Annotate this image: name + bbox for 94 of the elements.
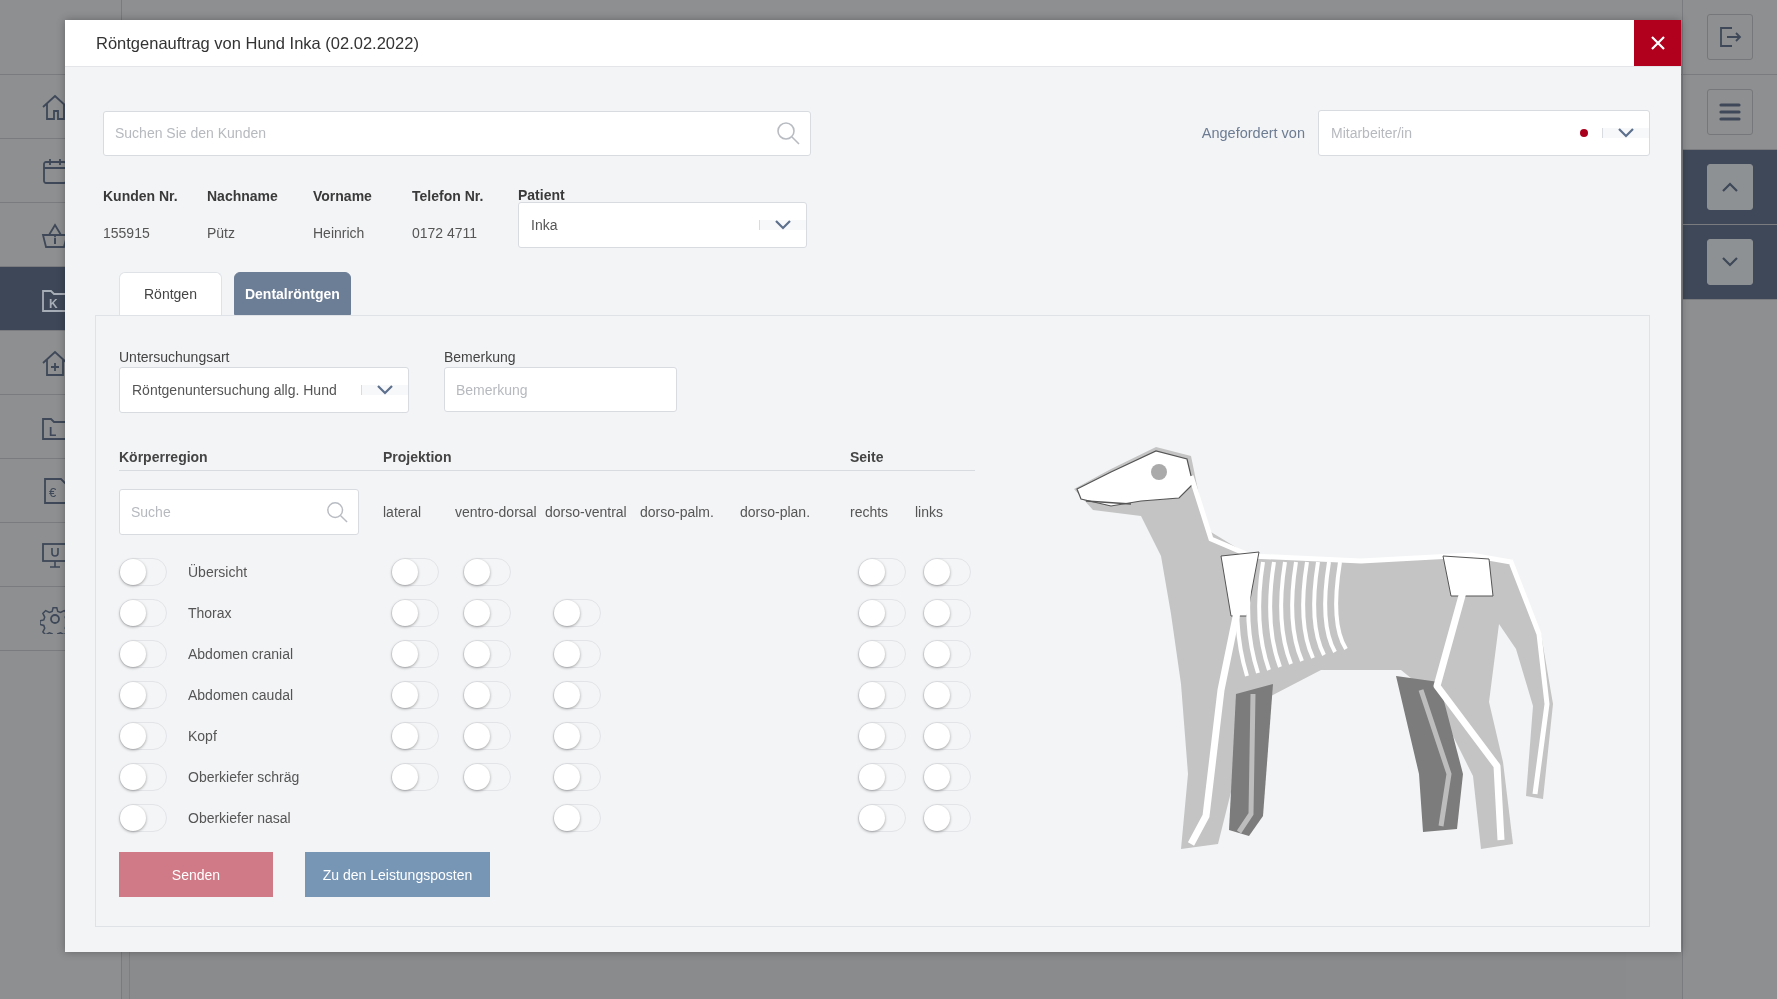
column-header: lateral [383, 504, 423, 520]
toggle-switch[interactable] [553, 803, 601, 832]
field-label: Nachname [207, 188, 279, 204]
services-button[interactable]: Zu den Leistungsposten [305, 852, 490, 897]
patient-select[interactable]: Inka [518, 202, 807, 248]
chevron-up-icon [1722, 182, 1738, 192]
field-value: Heinrich [313, 225, 366, 241]
toggle-switch[interactable] [923, 639, 971, 668]
chevron-down-icon [775, 220, 791, 230]
toggle-switch[interactable] [119, 803, 167, 832]
toggle-switch[interactable] [553, 680, 601, 709]
requested-by-label: Angefordert von [1201, 125, 1305, 141]
toggle-switch[interactable] [923, 721, 971, 750]
toggle-switch[interactable] [391, 680, 439, 709]
toggle-switch[interactable] [553, 762, 601, 791]
region-label: Oberkiefer nasal [188, 809, 291, 826]
toggle-switch[interactable] [119, 721, 167, 750]
search-icon [776, 121, 800, 145]
chevron-down-icon [1618, 128, 1634, 138]
region-label: Abdomen cranial [188, 645, 294, 662]
toggle-switch[interactable] [463, 598, 511, 627]
toggle-switch[interactable] [858, 721, 906, 750]
toggle-switch[interactable] [858, 803, 906, 832]
toggle-switch[interactable] [463, 721, 511, 750]
dialog-title: Röntgenauftrag von Hund Inka (02.02.2022) [95, 33, 420, 53]
menu-icon [1719, 102, 1741, 122]
scroll-down-button[interactable] [1707, 239, 1753, 285]
field-value: 155915 [103, 225, 151, 241]
toggle-switch[interactable] [463, 639, 511, 668]
close-icon [1650, 36, 1665, 50]
column-group-header: Projektion [383, 449, 850, 471]
toggle-switch[interactable] [391, 557, 439, 586]
toggle-switch[interactable] [858, 557, 906, 586]
search-icon [326, 501, 348, 523]
field-value: Pütz [207, 225, 236, 241]
column-header: rechts [850, 504, 890, 520]
tab[interactable]: Dentalröntgen [233, 272, 351, 315]
send-button[interactable]: Senden [119, 852, 273, 897]
field-value: 0172 4711 [412, 225, 479, 241]
toggle-switch[interactable] [463, 680, 511, 709]
close-button[interactable] [1634, 20, 1681, 66]
column-header: dorso-ventral [545, 504, 628, 520]
toggle-switch[interactable] [553, 598, 601, 627]
region-label: Abdomen caudal [188, 686, 294, 703]
toggle-switch[interactable] [553, 721, 601, 750]
toggle-switch[interactable] [119, 639, 167, 668]
exam-type-select[interactable]: Röntgenuntersuchung allg. Hund [119, 367, 409, 413]
field-label: Patient [518, 188, 566, 202]
region-search-field[interactable]: Suche [119, 489, 359, 535]
toggle-switch[interactable] [463, 762, 511, 791]
region-label: Übersicht [188, 563, 248, 580]
logout-button[interactable] [1707, 14, 1753, 60]
toggle-switch[interactable] [923, 803, 971, 832]
scroll-up-button[interactable] [1707, 164, 1753, 210]
toggle-switch[interactable] [463, 557, 511, 586]
column-group-header: Körperregion [119, 449, 383, 471]
field-label: Kunden Nr. [103, 188, 179, 204]
toggle-switch[interactable] [119, 598, 167, 627]
customer-search-field[interactable]: Suchen Sie den Kunden [103, 110, 811, 156]
column-header: dorso-palm. [640, 504, 715, 520]
field-label: Bemerkung [444, 349, 517, 365]
region-label: Kopf [188, 727, 217, 744]
remark-field[interactable]: Bemerkung [444, 367, 677, 412]
toggle-switch[interactable] [553, 639, 601, 668]
toggle-switch[interactable] [858, 598, 906, 627]
toggle-switch[interactable] [119, 680, 167, 709]
employee-placeholder: Mitarbeiter/in [1330, 125, 1413, 141]
toggle-switch[interactable] [391, 762, 439, 791]
toggle-switch[interactable] [391, 598, 439, 627]
toggle-switch[interactable] [391, 639, 439, 668]
toggle-switch[interactable] [923, 557, 971, 586]
region-label: Oberkiefer schräg [188, 768, 300, 785]
toggle-switch[interactable] [923, 762, 971, 791]
column-header: ventro-dorsal [455, 504, 538, 520]
field-label: Untersuchungsart [119, 349, 231, 365]
toggle-switch[interactable] [923, 680, 971, 709]
toggle-switch[interactable] [391, 721, 439, 750]
logout-icon [1718, 25, 1742, 49]
toggle-switch[interactable] [858, 680, 906, 709]
toggle-switch[interactable] [119, 762, 167, 791]
column-header: dorso-plan. [740, 504, 812, 520]
chevron-down-icon [377, 385, 393, 395]
region-label: Thorax [188, 604, 232, 621]
field-label: Telefon Nr. [412, 188, 485, 204]
toggle-switch[interactable] [923, 598, 971, 627]
column-group-header: Seite [850, 449, 975, 471]
toggle-switch[interactable] [858, 639, 906, 668]
tab[interactable]: Röntgen [119, 272, 222, 316]
toggle-switch[interactable] [119, 557, 167, 586]
field-label: Vorname [313, 188, 373, 204]
column-header: links [915, 504, 944, 520]
menu-button[interactable] [1707, 89, 1753, 135]
toggle-switch[interactable] [858, 762, 906, 791]
chevron-down-icon [1722, 257, 1738, 267]
